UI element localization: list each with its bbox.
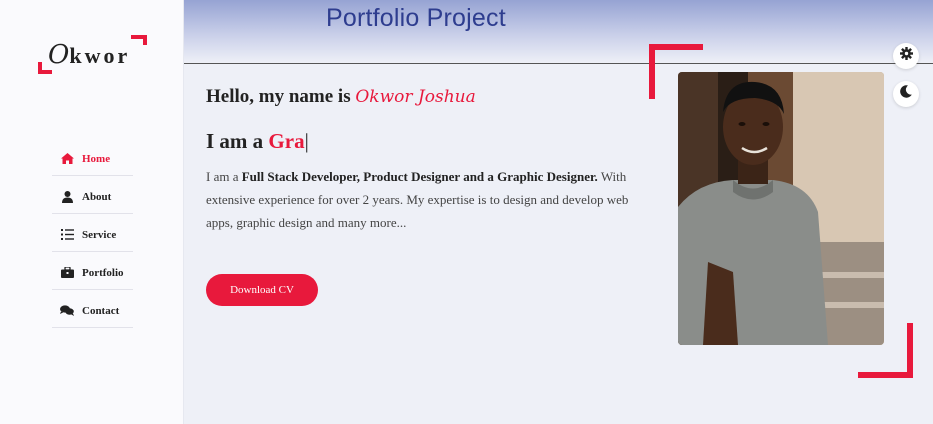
page-title: Portfolio Project — [326, 4, 506, 32]
greeting-name: Okwor Joshua — [355, 87, 476, 107]
typing-cursor: | — [304, 129, 309, 153]
logo-corner-bottom-left-h — [38, 70, 52, 74]
profile-photo — [678, 72, 884, 345]
nav-label-home: Home — [82, 152, 111, 165]
nav-item-about[interactable]: About — [52, 176, 133, 214]
photo-corner-bottom-right-v — [907, 323, 913, 378]
nav-label-portfolio: Portfolio — [82, 266, 124, 279]
headline-prefix: I am a — [206, 129, 264, 153]
intro-paragraph: I am a Full Stack Developer, Product Des… — [206, 165, 636, 234]
list-icon — [58, 229, 76, 240]
nav-item-service[interactable]: Service — [52, 214, 133, 252]
moon-icon — [900, 85, 912, 103]
gear-icon — [899, 47, 913, 65]
photo-corner-top-left-v — [649, 44, 655, 99]
side-nav: Home About Service Portfolio Contact — [52, 138, 133, 328]
theme-toggle-button[interactable] — [893, 81, 919, 107]
nav-label-service: Service — [82, 228, 117, 241]
logo-initial: O — [48, 40, 70, 70]
logo-text: kwor — [69, 43, 131, 68]
logo-corner-top-right-h — [131, 35, 147, 39]
home-icon — [58, 153, 76, 164]
photo-corner-top-left-h — [649, 44, 703, 50]
nav-label-about: About — [82, 190, 112, 203]
nav-label-contact: Contact — [82, 304, 120, 317]
logo[interactable]: Okwor — [48, 40, 130, 70]
user-icon — [58, 190, 76, 203]
nav-item-contact[interactable]: Contact — [52, 290, 133, 328]
nav-item-portfolio[interactable]: Portfolio — [52, 252, 133, 290]
intro-prefix: I am a — [206, 169, 239, 184]
briefcase-icon — [58, 267, 76, 278]
intro-roles: Full Stack Developer, Product Designer a… — [241, 169, 598, 184]
typed-headline: I am a Gra| — [206, 129, 309, 154]
settings-button[interactable] — [893, 43, 919, 69]
photo-corner-bottom-right-h — [858, 372, 913, 378]
chat-icon — [58, 305, 76, 316]
nav-item-home[interactable]: Home — [52, 138, 133, 176]
typed-role: Gra — [268, 129, 305, 153]
greeting: Hello, my name is Okwor Joshua — [206, 86, 476, 108]
download-cv-button[interactable]: Download CV — [206, 274, 318, 306]
sidebar: Okwor Home About Service Portfolio Conta… — [0, 0, 184, 424]
greeting-text: Hello, my name is — [206, 86, 351, 107]
